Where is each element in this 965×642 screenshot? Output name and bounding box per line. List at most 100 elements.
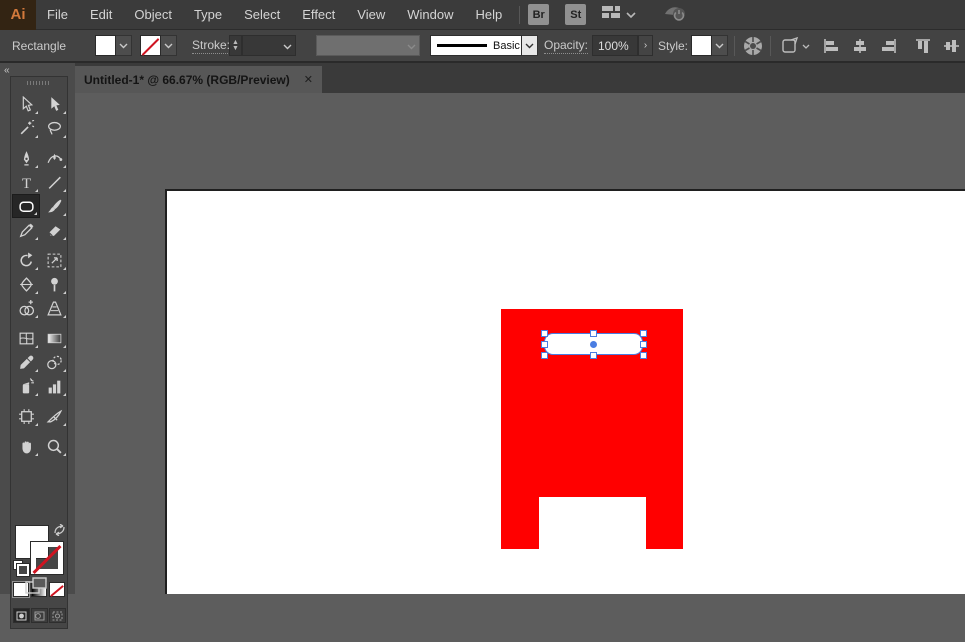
svg-text:T: T xyxy=(21,175,30,190)
artboard-tool[interactable] xyxy=(12,404,40,428)
stroke-chevron-button[interactable] xyxy=(161,35,177,56)
symbol-sprayer-tool[interactable] xyxy=(12,374,40,398)
fill-color-control[interactable] xyxy=(95,30,132,61)
red-shape-notch xyxy=(539,497,646,549)
tools-panel: T xyxy=(10,76,68,629)
slice-tool[interactable] xyxy=(40,404,68,428)
brush-definition-field[interactable]: Basic xyxy=(430,35,522,56)
graphic-style-control[interactable] xyxy=(691,30,728,61)
puppet-warp-tool[interactable] xyxy=(40,272,68,296)
selection-handle[interactable] xyxy=(541,352,548,359)
stroke-swatch-none[interactable] xyxy=(140,35,161,56)
brush-stroke-preview xyxy=(437,44,487,47)
menu-file[interactable]: File xyxy=(36,0,79,29)
document-tab-title: Untitled-1* @ 66.67% (RGB/Preview) xyxy=(84,73,290,87)
stroke-color-control[interactable] xyxy=(140,30,177,61)
menubar-separator xyxy=(519,6,520,24)
shape-builder-tool[interactable] xyxy=(12,296,40,320)
mesh-tool[interactable] xyxy=(12,326,40,350)
selection-handle[interactable] xyxy=(590,352,597,359)
chevron-down-icon xyxy=(802,39,810,53)
pencil-tool[interactable] xyxy=(12,218,40,242)
line-segment-tool[interactable] xyxy=(40,170,68,194)
menu-view[interactable]: View xyxy=(346,0,396,29)
eyedropper-tool[interactable] xyxy=(12,350,40,374)
column-graph-tool[interactable] xyxy=(40,374,68,398)
canvas-pasteboard[interactable] xyxy=(75,93,965,594)
menu-bar: Ai FileEditObjectTypeSelectEffectViewWin… xyxy=(0,0,965,30)
selection-handle[interactable] xyxy=(541,330,548,337)
gpu-performance-icon[interactable] xyxy=(662,2,688,27)
opacity-label[interactable]: Opacity: xyxy=(544,38,588,54)
close-tab-icon[interactable]: ✕ xyxy=(304,73,313,86)
menu-help[interactable]: Help xyxy=(464,0,513,29)
horizontal-align-center-button[interactable] xyxy=(848,35,871,57)
menu-edit[interactable]: Edit xyxy=(79,0,123,29)
fill-swatch[interactable] xyxy=(95,35,116,56)
brush-definition-control[interactable]: Basic xyxy=(430,30,538,61)
collapse-panel-button[interactable]: « xyxy=(4,65,9,76)
menu-type[interactable]: Type xyxy=(183,0,233,29)
illustrator-window: Ai FileEditObjectTypeSelectEffectViewWin… xyxy=(0,0,965,594)
style-label: Style: xyxy=(658,39,688,53)
menu-items: FileEditObjectTypeSelectEffectViewWindow… xyxy=(36,0,513,29)
selection-handle[interactable] xyxy=(541,341,548,348)
stroke-weight-dropdown[interactable] xyxy=(242,35,296,56)
paintbrush-tool[interactable] xyxy=(40,194,68,218)
rounded-rectangle-tool[interactable] xyxy=(12,194,40,218)
stroke-weight-stepper[interactable]: ▲▼ xyxy=(229,35,242,56)
workspace-switcher[interactable] xyxy=(601,4,636,25)
stock-button[interactable]: St xyxy=(565,4,586,25)
shape-properties-icon xyxy=(780,36,800,56)
opacity-expand-button[interactable]: › xyxy=(638,35,653,56)
selection-handle[interactable] xyxy=(640,341,647,348)
style-chevron-button[interactable] xyxy=(712,35,728,56)
menu-effect[interactable]: Effect xyxy=(291,0,346,29)
recolor-artwork-button[interactable] xyxy=(742,30,764,61)
draw-inside-button[interactable] xyxy=(49,608,66,623)
draw-normal-button[interactable] xyxy=(13,608,30,623)
free-transform-tool[interactable] xyxy=(40,248,68,272)
selection-handle[interactable] xyxy=(640,330,647,337)
bridge-button[interactable]: Br xyxy=(528,4,549,25)
selection-handle[interactable] xyxy=(640,352,647,359)
draw-behind-button[interactable] xyxy=(31,608,48,623)
brush-chevron-button[interactable] xyxy=(522,35,538,56)
stroke-weight-label[interactable]: Stroke: xyxy=(192,38,230,54)
selection-center-point[interactable] xyxy=(590,341,597,348)
shape-properties-control[interactable] xyxy=(780,30,810,61)
swap-fill-stroke-icon[interactable] xyxy=(53,524,66,539)
menu-window[interactable]: Window xyxy=(396,0,464,29)
selection-handle[interactable] xyxy=(590,330,597,337)
eraser-tool[interactable] xyxy=(40,218,68,242)
style-swatch[interactable] xyxy=(691,35,712,56)
lasso-tool[interactable] xyxy=(40,116,68,140)
perspective-grid-tool[interactable] xyxy=(40,296,68,320)
menu-object[interactable]: Object xyxy=(123,0,183,29)
width-tool[interactable] xyxy=(12,272,40,296)
menu-select[interactable]: Select xyxy=(233,0,291,29)
type-tool[interactable]: T xyxy=(12,170,40,194)
rotate-tool[interactable] xyxy=(12,248,40,272)
panel-grip[interactable] xyxy=(27,81,51,85)
fill-chevron-button[interactable] xyxy=(116,35,132,56)
magic-wand-tool[interactable] xyxy=(12,116,40,140)
zoom-tool[interactable] xyxy=(40,434,68,458)
gradient-tool[interactable] xyxy=(40,326,68,350)
hand-tool[interactable] xyxy=(12,434,40,458)
stroke-color-proxy[interactable] xyxy=(31,542,63,574)
opacity-input[interactable]: 100% xyxy=(592,35,638,56)
vertical-align-top-button[interactable] xyxy=(912,35,935,57)
blend-tool[interactable] xyxy=(40,350,68,374)
curvature-tool[interactable] xyxy=(40,146,68,170)
pen-tool[interactable] xyxy=(12,146,40,170)
document-tab[interactable]: Untitled-1* @ 66.67% (RGB/Preview) ✕ xyxy=(75,66,322,93)
horizontal-align-right-button[interactable] xyxy=(876,35,899,57)
screen-mode-button[interactable] xyxy=(24,576,50,601)
default-fill-stroke-icon[interactable] xyxy=(13,560,26,573)
none-button[interactable] xyxy=(49,582,65,597)
vertical-align-center-button[interactable] xyxy=(940,35,963,57)
direct-selection-tool[interactable] xyxy=(40,92,68,116)
horizontal-align-left-button[interactable] xyxy=(820,35,843,57)
selection-tool[interactable] xyxy=(12,92,40,116)
